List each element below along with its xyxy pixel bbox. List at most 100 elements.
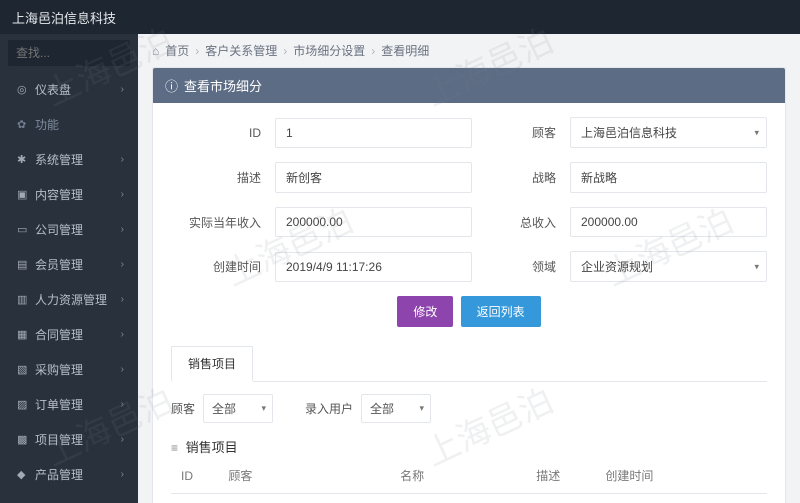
panel-header: ⓘ 查看市场细分 — [153, 68, 785, 103]
value-desc: 新创客 — [275, 162, 472, 193]
chevron-right-icon: › — [121, 434, 124, 445]
value-id: 1 — [275, 118, 472, 148]
filter-label-customer: 顾客 — [171, 400, 195, 417]
chevron-right-icon: › — [121, 399, 124, 410]
contract-icon: ▦ — [17, 328, 29, 341]
sidebar: ◎仪表盘› ✿功能 ✱系统管理› ▣内容管理› ▭公司管理› ▤会员管理› ▥人… — [0, 34, 138, 503]
sidebar-item-purchase[interactable]: ▧ 采购管理 › — [0, 352, 138, 387]
panel-title: 查看市场细分 — [184, 76, 262, 95]
value-created: 2019/4/9 11:17:26 — [275, 252, 472, 282]
sidebar-item-member[interactable]: ▤ 会员管理 › — [0, 247, 138, 282]
select-domain[interactable]: 企业资源规划 — [570, 251, 767, 282]
list-icon: ≡ — [171, 441, 178, 455]
order-icon: ▨ — [17, 398, 29, 411]
purchase-icon: ▧ — [17, 363, 29, 376]
sidebar-item-finance[interactable]: ◇财务管理› — [0, 492, 138, 503]
sidebar-item-label: 采购管理 — [35, 361, 83, 378]
sidebar-menu: ◎仪表盘› ✿功能 ✱系统管理› ▣内容管理› ▭公司管理› ▤会员管理› ▥人… — [0, 72, 138, 503]
search-input[interactable] — [8, 40, 130, 66]
member-icon: ▤ — [17, 258, 29, 271]
sidebar-item-dashboard[interactable]: ◎ 仪表盘 › — [0, 72, 138, 107]
sidebar-item-label: 内容管理 — [35, 186, 83, 203]
sidebar-item-label: 公司管理 — [35, 221, 83, 238]
th-id[interactable]: ID — [171, 458, 218, 494]
th-desc[interactable]: 描述 — [526, 458, 595, 494]
sidebar-item-label: 产品管理 — [35, 466, 83, 483]
label-actual-income: 实际当年收入 — [171, 214, 261, 231]
subsection-header: ≡ 销售项目 — [171, 431, 767, 458]
chevron-right-icon: › — [121, 364, 124, 375]
topbar: 上海邑泊信息科技 — [0, 0, 800, 34]
table-row[interactable]: 1 上海邑泊信息科技 执行销售计划 0001 2019/4/9 11:18:42 — [171, 494, 767, 503]
th-name[interactable]: 名称 — [390, 458, 526, 494]
tab-sales[interactable]: 销售项目 — [171, 346, 253, 382]
sidebar-item-label: 订单管理 — [35, 396, 83, 413]
select-customer-wrap: 上海邑泊信息科技 ▾ — [570, 117, 767, 148]
form-grid: ID 1 顾客 上海邑泊信息科技 ▾ 描述 新创客 战略 新战略 实际当年收入 … — [171, 117, 767, 282]
cell-desc: 0001 — [526, 494, 595, 503]
value-strategy: 新战略 — [570, 162, 767, 193]
value-total-income: 200000.00 — [570, 207, 767, 237]
filter-label-entryuser: 录入用户 — [305, 400, 353, 417]
sidebar-item-label: 功能 — [35, 116, 59, 133]
th-customer[interactable]: 顾客 — [218, 458, 390, 494]
table-header-row: ID 顾客 名称 描述 创建时间 — [171, 458, 767, 494]
sidebar-item-hr[interactable]: ▥人力资源管理› — [0, 282, 138, 317]
sidebar-item-label: 会员管理 — [35, 256, 83, 273]
system-icon: ✱ — [17, 153, 29, 166]
sidebar-item-content[interactable]: ▣内容管理› — [0, 177, 138, 212]
chevron-right-icon: › — [121, 259, 124, 270]
breadcrumb-crm[interactable]: 客户关系管理 — [205, 42, 277, 59]
sidebar-item-system[interactable]: ✱ 系统管理 › — [0, 142, 138, 177]
dashboard-icon: ◎ — [17, 83, 29, 96]
label-created: 创建时间 — [171, 258, 261, 275]
sidebar-item-label: 合同管理 — [35, 326, 83, 343]
home-icon: ⌂ — [152, 44, 159, 58]
project-icon: ▩ — [17, 433, 29, 446]
filter-select-customer[interactable]: 全部 — [203, 394, 273, 423]
filter-select-entryuser[interactable]: 全部 — [361, 394, 431, 423]
tabs: 销售项目 — [171, 345, 767, 382]
sidebar-item-label: 仪表盘 — [35, 81, 71, 98]
breadcrumb: ⌂ 首页 › 客户关系管理 › 市场细分设置 › 查看明细 — [138, 34, 800, 67]
chevron-right-icon: › — [121, 224, 124, 235]
label-domain: 领域 — [486, 258, 556, 275]
sidebar-item-contract[interactable]: ▦合同管理› — [0, 317, 138, 352]
sidebar-search — [0, 34, 138, 72]
label-id: ID — [171, 126, 261, 140]
sidebar-item-project[interactable]: ▩ 项目管理 › — [0, 422, 138, 457]
action-row: 修改 返回列表 — [171, 282, 767, 331]
edit-button[interactable]: 修改 — [397, 296, 453, 327]
cell-name: 执行销售计划 — [390, 494, 526, 503]
cell-created: 2019/4/9 11:18:42 — [595, 494, 767, 503]
breadcrumb-segment[interactable]: 市场细分设置 — [293, 42, 365, 59]
th-created[interactable]: 创建时间 — [595, 458, 767, 494]
sidebar-item-product[interactable]: ◆产品管理› — [0, 457, 138, 492]
label-total-income: 总收入 — [486, 214, 556, 231]
content-icon: ▣ — [17, 188, 29, 201]
chevron-right-icon: › — [121, 154, 124, 165]
breadcrumb-home[interactable]: 首页 — [165, 42, 189, 59]
chevron-right-icon: › — [121, 84, 124, 95]
sidebar-item-function[interactable]: ✿ 功能 — [0, 107, 138, 142]
sidebar-item-label: 人力资源管理 — [35, 291, 107, 308]
select-domain-wrap: 企业资源规划 ▾ — [570, 251, 767, 282]
sidebar-item-company[interactable]: ▭公司管理› — [0, 212, 138, 247]
breadcrumb-detail: 查看明细 — [381, 42, 429, 59]
select-customer[interactable]: 上海邑泊信息科技 — [570, 117, 767, 148]
sidebar-item-label: 系统管理 — [35, 151, 83, 168]
cell-id: 1 — [171, 494, 218, 503]
info-icon: ⓘ — [165, 76, 178, 95]
function-icon: ✿ — [17, 118, 29, 131]
sales-table: ID 顾客 名称 描述 创建时间 1 上海邑泊信息科技 执行销售计划 0001 … — [171, 458, 767, 503]
sidebar-item-label: 项目管理 — [35, 431, 83, 448]
cell-customer: 上海邑泊信息科技 — [218, 494, 390, 503]
detail-panel: ⓘ 查看市场细分 ID 1 顾客 上海邑泊信息科技 ▾ 描述 新创客 战略 新战… — [152, 67, 786, 503]
chevron-right-icon: › — [121, 469, 124, 480]
sidebar-item-order[interactable]: ▨ 订单管理 › — [0, 387, 138, 422]
brand-title: 上海邑泊信息科技 — [12, 8, 116, 27]
filter-row: 顾客 全部 录入用户 全部 — [171, 382, 767, 431]
back-button[interactable]: 返回列表 — [461, 296, 541, 327]
subsection-title: 销售项目 — [186, 440, 238, 455]
label-strategy: 战略 — [486, 169, 556, 186]
